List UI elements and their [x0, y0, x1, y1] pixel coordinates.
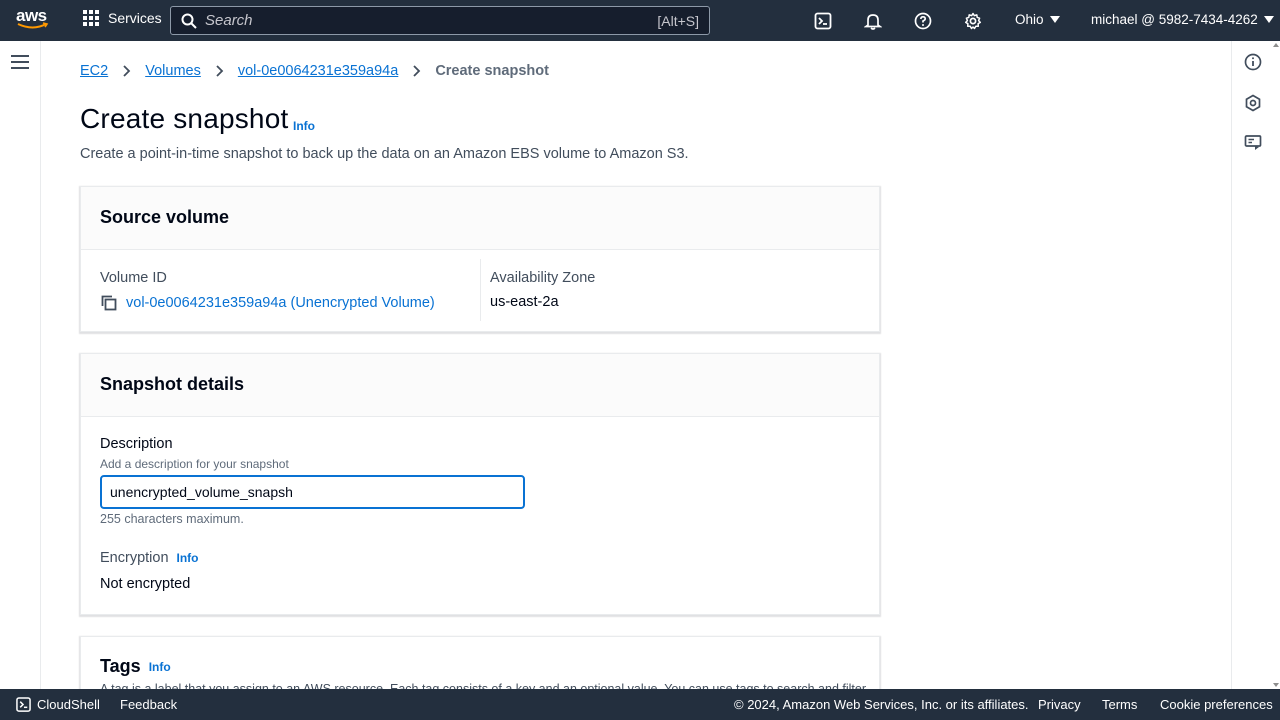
- breadcrumb-ec2-link[interactable]: EC2: [80, 63, 108, 79]
- availability-zone-field: Availability Zone us-east-2a: [490, 270, 595, 310]
- cloudshell-label: CloudShell: [37, 697, 100, 712]
- top-navigation: aws Services [Alt+S]: [0, 0, 1280, 41]
- tags-header: Tags Info: [100, 656, 171, 677]
- tags-title: Tags: [100, 656, 141, 676]
- region-label: Ohio: [1015, 12, 1044, 27]
- breadcrumb-volume-id-link[interactable]: vol-0e0064231e359a94a: [238, 63, 398, 79]
- source-volume-container: Source volume Volume ID vol-0e0064231e35…: [80, 186, 880, 332]
- account-menu[interactable]: michael @ 5982-7434-4262: [1091, 12, 1274, 27]
- account-label: michael @ 5982-7434-4262: [1091, 12, 1258, 27]
- notifications-bell-icon[interactable]: [862, 10, 884, 32]
- hexagon-settings-icon[interactable]: [1244, 94, 1262, 112]
- cloudshell-footer-button[interactable]: CloudShell: [16, 697, 100, 712]
- breadcrumb: EC2 Volumes vol-0e0064231e359a94a Create…: [80, 63, 549, 79]
- info-panel-icon[interactable]: [1244, 53, 1262, 71]
- menu-hamburger-icon[interactable]: [11, 55, 29, 73]
- feedback-link[interactable]: Feedback: [120, 697, 177, 712]
- encryption-value: Not encrypted: [100, 576, 191, 592]
- volume-id-field: Volume ID vol-0e0064231e359a94a (Unencry…: [100, 270, 435, 312]
- monitor-feedback-icon[interactable]: [1244, 134, 1262, 152]
- search-bar[interactable]: [Alt+S]: [170, 6, 710, 35]
- services-label: Services: [108, 10, 162, 26]
- page-scrollbar[interactable]: [1272, 41, 1280, 689]
- snapshot-details-header: Snapshot details: [81, 354, 879, 417]
- encryption-label: Encryption: [100, 550, 169, 566]
- search-shortcut-hint: [Alt+S]: [657, 12, 699, 29]
- volume-id-label: Volume ID: [100, 270, 167, 286]
- help-icon[interactable]: [912, 10, 934, 32]
- encryption-info-link[interactable]: Info: [177, 551, 199, 565]
- cloudshell-icon[interactable]: [812, 10, 834, 32]
- chevron-right-icon: [412, 65, 421, 77]
- tags-info-link[interactable]: Info: [149, 660, 171, 674]
- cookie-preferences-link[interactable]: Cookie preferences: [1160, 697, 1273, 712]
- availability-zone-value: us-east-2a: [490, 294, 559, 310]
- copy-icon[interactable]: [100, 294, 118, 312]
- search-icon: [181, 13, 197, 29]
- source-volume-header: Source volume: [81, 187, 879, 250]
- breadcrumb-volumes-link[interactable]: Volumes: [145, 63, 201, 79]
- description-constraint: 255 characters maximum.: [100, 512, 244, 526]
- settings-gear-icon[interactable]: [962, 10, 984, 32]
- cloudshell-icon: [16, 697, 31, 712]
- description-input[interactable]: [100, 475, 525, 509]
- copyright-text: © 2024, Amazon Web Services, Inc. or its…: [734, 697, 1029, 712]
- region-selector[interactable]: Ohio: [1015, 12, 1060, 27]
- availability-zone-label: Availability Zone: [490, 270, 596, 286]
- grid-icon: [83, 10, 99, 26]
- services-menu-button[interactable]: Services: [83, 10, 162, 26]
- search-input[interactable]: [205, 12, 658, 29]
- left-navigation-rail: [0, 41, 41, 689]
- page-description: Create a point-in-time snapshot to back …: [80, 146, 689, 162]
- volume-id-link[interactable]: vol-0e0064231e359a94a (Unencrypted Volum…: [126, 295, 435, 311]
- chevron-right-icon: [122, 65, 131, 77]
- terms-link[interactable]: Terms: [1102, 697, 1137, 712]
- page-info-link[interactable]: Info: [293, 119, 315, 133]
- aws-logo[interactable]: aws: [16, 7, 50, 32]
- breadcrumb-current: Create snapshot: [435, 63, 549, 79]
- page-title: Create snapshot: [80, 103, 289, 134]
- privacy-link[interactable]: Privacy: [1038, 697, 1081, 712]
- chevron-right-icon: [215, 65, 224, 77]
- caret-down-icon: [1263, 16, 1274, 23]
- description-label: Description: [100, 436, 173, 452]
- smile-icon: [17, 22, 49, 29]
- snapshot-details-container: Snapshot details Description Add a descr…: [80, 353, 880, 615]
- description-hint: Add a description for your snapshot: [100, 457, 289, 471]
- console-footer: CloudShell Feedback © 2024, Amazon Web S…: [0, 689, 1280, 720]
- encryption-label-row: Encryption Info: [100, 550, 199, 566]
- caret-down-icon: [1049, 16, 1060, 23]
- column-divider: [480, 259, 481, 321]
